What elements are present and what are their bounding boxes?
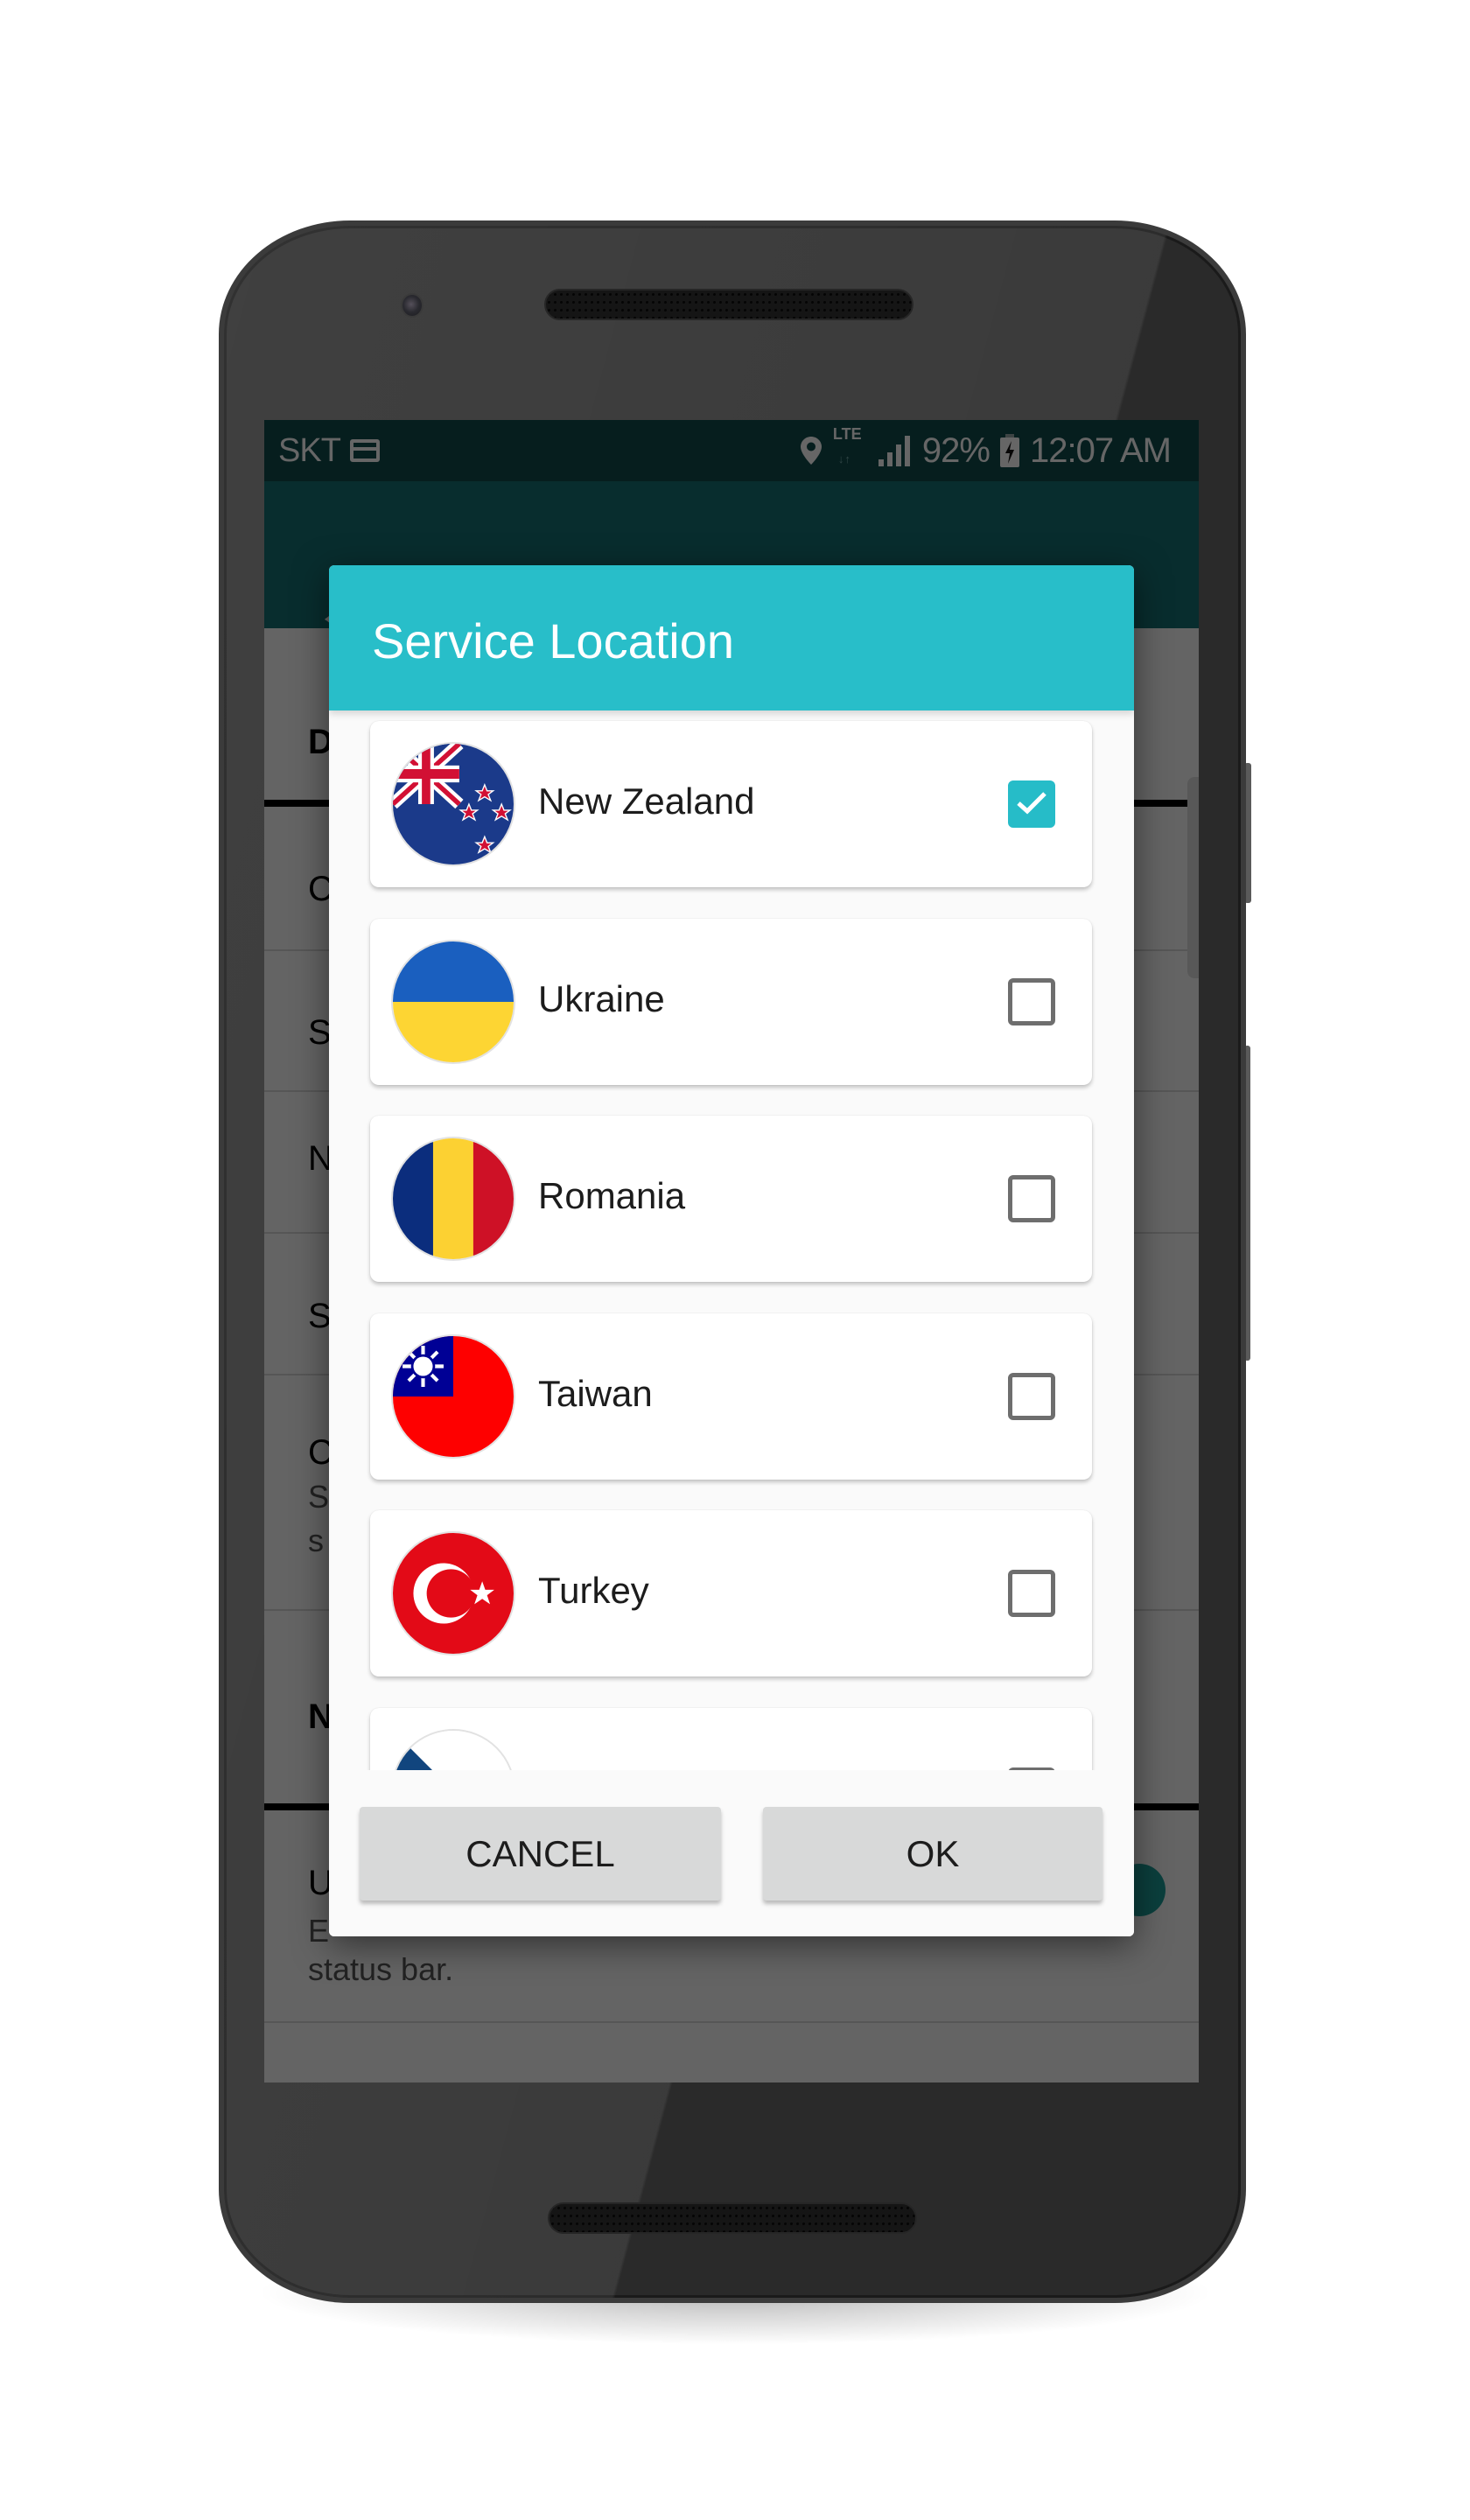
checkbox[interactable]: [1008, 1175, 1055, 1222]
country-item-ukraine[interactable]: Ukraine: [370, 919, 1092, 1085]
country-list[interactable]: New Zealand Ukraine Romania Taiwan Turke…: [329, 710, 1134, 1770]
romania-flag-icon: [391, 1137, 515, 1261]
service-location-dialog: Service Location New Zealand Ukraine Rom…: [329, 565, 1134, 1936]
cancel-button[interactable]: CANCEL: [360, 1807, 721, 1900]
country-item-taiwan[interactable]: Taiwan: [370, 1313, 1092, 1480]
earpiece-speaker: [544, 289, 914, 320]
country-name: Taiwan: [538, 1373, 653, 1414]
ukraine-flag-icon: [391, 940, 515, 1064]
new-zealand-flag-icon: [391, 742, 515, 866]
checkbox-checked[interactable]: [1008, 780, 1055, 828]
country-item-new-zealand[interactable]: New Zealand: [370, 721, 1092, 887]
country-item-turkey[interactable]: Turkey: [370, 1510, 1092, 1676]
country-name: New Zealand: [538, 780, 755, 822]
czech-flag-icon: [391, 1729, 515, 1770]
taiwan-flag-icon: [391, 1334, 515, 1459]
dialog-title: Service Location: [372, 613, 735, 668]
country-name: Turkey: [538, 1570, 649, 1611]
country-item-partial[interactable]: [370, 1708, 1092, 1770]
bottom-speaker: [548, 2202, 917, 2234]
checkmark-icon: [1017, 792, 1046, 815]
front-camera-icon: [401, 293, 424, 318]
checkbox[interactable]: [1008, 978, 1055, 1026]
dialog-header: Service Location: [329, 565, 1134, 710]
country-name: Ukraine: [538, 978, 665, 1019]
checkbox[interactable]: [1008, 1373, 1055, 1420]
checkbox[interactable]: [1008, 1570, 1055, 1617]
country-item-romania[interactable]: Romania: [370, 1116, 1092, 1282]
turkey-flag-icon: [391, 1531, 515, 1656]
dialog-footer: CANCEL OK: [329, 1770, 1134, 1936]
ok-button[interactable]: OK: [763, 1807, 1102, 1900]
country-name: Romania: [538, 1175, 686, 1216]
